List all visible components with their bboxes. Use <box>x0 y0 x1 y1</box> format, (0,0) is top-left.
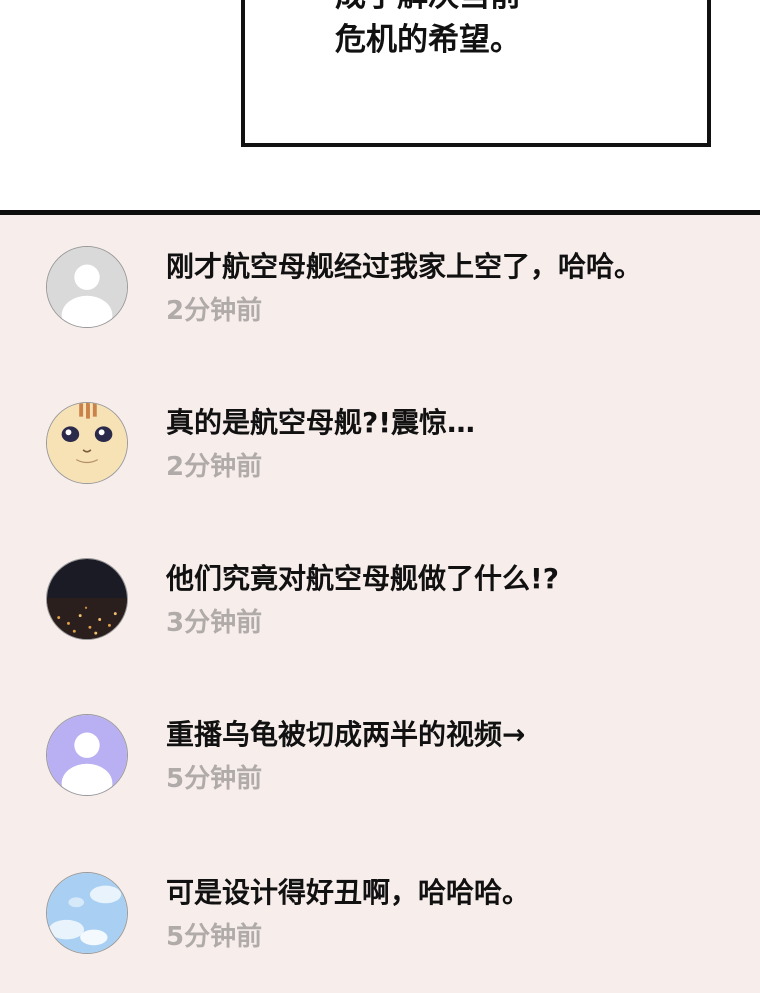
comment-item: 他们究竟对航空母舰做了什么!? 3分钟前 <box>0 558 760 668</box>
comment-text: 真的是航空母舰?!震惊… <box>166 406 476 439</box>
speech-line-1: 成了解决当前 <box>335 0 521 16</box>
cat-avatar-icon[interactable] <box>46 402 128 484</box>
comment-timestamp: 2分钟前 <box>166 452 263 482</box>
comment-item: 刚才航空母舰经过我家上空了，哈哈。 2分钟前 <box>0 246 760 356</box>
speech-bubble: 成了解决当前 危机的希望。 <box>241 0 711 147</box>
comment-timestamp: 2分钟前 <box>166 296 263 326</box>
speech-line-2: 危机的希望。 <box>335 22 521 58</box>
comment-text: 可是设计得好丑啊，哈哈哈。 <box>166 876 531 909</box>
speech-text: 成了解决当前 危机的希望。 <box>335 0 521 72</box>
sky-clouds-avatar-icon[interactable] <box>46 872 128 954</box>
comment-item: 重播乌龟被切成两半的视频→ 5分钟前 <box>0 714 760 824</box>
comment-item: 真的是航空母舰?!震惊… 2分钟前 <box>0 402 760 512</box>
comment-text: 他们究竟对航空母舰做了什么!? <box>166 562 560 595</box>
comment-timestamp: 5分钟前 <box>166 922 263 952</box>
comment-text: 刚才航空母舰经过我家上空了，哈哈。 <box>166 250 643 283</box>
night-city-avatar-icon[interactable] <box>46 558 128 640</box>
comment-timestamp: 5分钟前 <box>166 764 263 794</box>
comment-timestamp: 3分钟前 <box>166 608 263 638</box>
comment-list: 刚才航空母舰经过我家上空了，哈哈。 2分钟前 真的是航空母舰?!震惊… 2分钟前 <box>0 215 760 993</box>
default-user-avatar-icon[interactable] <box>46 246 128 328</box>
comment-text: 重播乌龟被切成两半的视频→ <box>166 718 526 751</box>
comic-panel: 成了解决当前 危机的希望。 <box>0 0 760 211</box>
default-user-avatar-icon[interactable] <box>46 714 128 796</box>
comment-item: 可是设计得好丑啊，哈哈哈。 5分钟前 <box>0 872 760 982</box>
